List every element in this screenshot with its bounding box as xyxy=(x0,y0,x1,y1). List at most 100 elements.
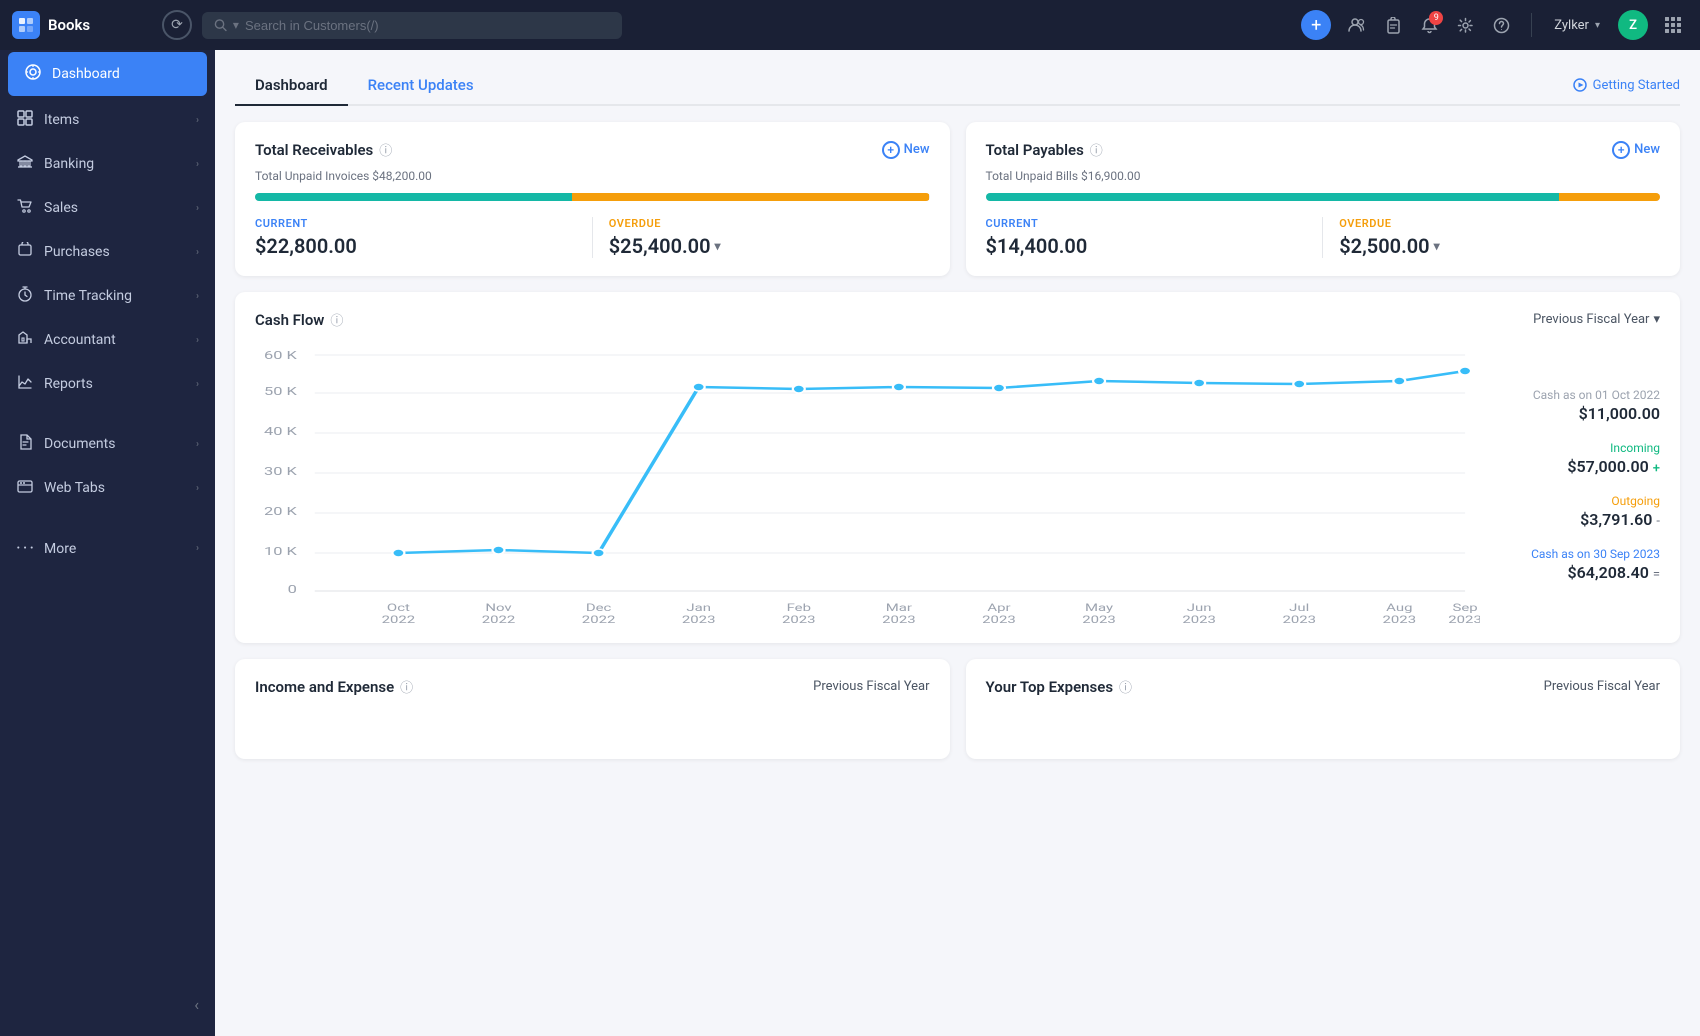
sidebar-item-sales[interactable]: Sales › xyxy=(0,186,215,230)
sidebar-item-web-tabs-label: Web Tabs xyxy=(44,480,105,496)
sidebar-item-more[interactable]: ··· More › xyxy=(0,526,215,571)
main-content: Dashboard Recent Updates Getting Started… xyxy=(215,50,1700,1036)
documents-icon xyxy=(16,434,34,454)
receivables-info-icon[interactable]: ⓘ xyxy=(379,140,392,159)
search-bar[interactable]: ▾ xyxy=(202,12,622,39)
payables-progress xyxy=(986,193,1661,201)
cashflow-start-label: Cash as on 01 Oct 2022 xyxy=(1500,388,1660,402)
getting-started-btn[interactable]: Getting Started xyxy=(1573,78,1680,93)
settings-icon-btn[interactable] xyxy=(1449,9,1481,41)
payables-overdue-section: OVERDUE $2,500.00 ▾ xyxy=(1323,217,1660,258)
receivables-amounts: CURRENT $22,800.00 OVERDUE $25,400.00 ▾ xyxy=(255,217,930,258)
income-expense-period[interactable]: Previous Fiscal Year xyxy=(813,679,929,694)
payables-new-btn[interactable]: + New xyxy=(1612,141,1660,159)
user-dropdown-arrow: ▾ xyxy=(1595,20,1600,31)
cashflow-incoming-label: Incoming xyxy=(1500,441,1660,455)
cashflow-incoming-value: $57,000.00 + xyxy=(1500,457,1660,476)
incoming-suffix: + xyxy=(1653,461,1660,476)
payables-overdue-value: $2,500.00 ▾ xyxy=(1339,234,1660,258)
receivables-title: Total Receivables xyxy=(255,141,373,159)
sidebar-item-documents[interactable]: Documents › xyxy=(0,422,215,466)
cashflow-period-select[interactable]: Previous Fiscal Year ▾ xyxy=(1533,312,1660,327)
cashflow-end-stat: Cash as on 30 Sep 2023 $64,208.40 = xyxy=(1500,547,1660,582)
payables-overdue-bar xyxy=(1559,193,1660,201)
svg-text:2023: 2023 xyxy=(1448,614,1480,625)
banking-arrow: › xyxy=(196,159,199,170)
user-menu[interactable]: Zylker ▾ xyxy=(1546,14,1608,37)
play-circle-icon xyxy=(1573,78,1587,92)
sidebar-item-accountant-label: Accountant xyxy=(44,332,116,348)
payables-current-bar xyxy=(986,193,1559,201)
sidebar-item-dashboard[interactable]: Dashboard xyxy=(8,52,207,96)
bell-icon-btn[interactable]: 9 xyxy=(1413,9,1445,41)
sidebar-item-reports[interactable]: Reports › xyxy=(0,362,215,406)
web-tabs-icon xyxy=(16,478,34,498)
cashflow-end-value: $64,208.40 = xyxy=(1500,563,1660,582)
sidebar-item-web-tabs[interactable]: Web Tabs › xyxy=(0,466,215,510)
sidebar-item-accountant[interactable]: Accountant › xyxy=(0,318,215,362)
income-expense-card: Income and Expense ⓘ Previous Fiscal Yea… xyxy=(235,659,950,759)
clipboard-icon-btn[interactable] xyxy=(1377,9,1409,41)
purchases-icon xyxy=(16,242,34,262)
sidebar-item-items[interactable]: Items › xyxy=(0,98,215,142)
top-expenses-info-icon[interactable]: ⓘ xyxy=(1119,677,1132,696)
app-logo[interactable]: Books xyxy=(12,11,152,39)
contacts-icon-btn[interactable] xyxy=(1341,9,1373,41)
payables-overdue-dropdown-arrow[interactable]: ▾ xyxy=(1434,239,1440,253)
top-expenses-title: Your Top Expenses xyxy=(986,678,1114,696)
payables-new-btn-circle: + xyxy=(1612,141,1630,159)
search-input[interactable] xyxy=(245,18,610,33)
svg-text:Dec: Dec xyxy=(586,602,612,614)
sidebar-item-purchases[interactable]: Purchases › xyxy=(0,230,215,274)
cashflow-start-value: $11,000.00 xyxy=(1500,404,1660,423)
payables-overdue-label: OVERDUE xyxy=(1339,217,1660,230)
more-icon: ··· xyxy=(16,538,34,559)
cashflow-chart: 60 K 50 K 40 K 30 K 20 K 10 K 0 xyxy=(255,345,1480,625)
sidebar-item-items-label: Items xyxy=(44,112,79,128)
sidebar-item-reports-label: Reports xyxy=(44,376,93,392)
more-arrow: › xyxy=(196,543,199,554)
user-name: Zylker xyxy=(1554,18,1589,33)
svg-text:Aug: Aug xyxy=(1386,602,1412,614)
receivables-overdue-bar xyxy=(572,193,929,201)
income-expense-title: Income and Expense xyxy=(255,678,394,696)
search-dropdown[interactable]: ▾ xyxy=(233,18,239,32)
top-expenses-card: Your Top Expenses ⓘ Previous Fiscal Year xyxy=(966,659,1681,759)
cashflow-outgoing-value: $3,791.60 - xyxy=(1500,510,1660,529)
sidebar-item-banking[interactable]: Banking › xyxy=(0,142,215,186)
receivables-new-btn[interactable]: + New xyxy=(882,141,930,159)
apps-grid-button[interactable] xyxy=(1658,10,1688,40)
add-new-button[interactable]: + xyxy=(1301,10,1331,40)
avatar[interactable]: Z xyxy=(1618,10,1648,40)
svg-text:2023: 2023 xyxy=(782,614,816,625)
web-tabs-arrow: › xyxy=(196,483,199,494)
reports-icon xyxy=(16,374,34,394)
top-expenses-period[interactable]: Previous Fiscal Year xyxy=(1544,679,1660,694)
help-icon-btn[interactable] xyxy=(1485,9,1517,41)
search-icon xyxy=(214,18,227,32)
sidebar-item-time-tracking-label: Time Tracking xyxy=(44,288,132,304)
items-arrow: › xyxy=(196,115,199,126)
cashflow-card: Cash Flow ⓘ Previous Fiscal Year ▾ 60 K … xyxy=(235,292,1680,643)
time-tracking-icon xyxy=(16,286,34,306)
items-icon xyxy=(16,110,34,130)
tab-recent-updates[interactable]: Recent Updates xyxy=(348,66,494,104)
topnav: Books ⟳ ▾ + xyxy=(0,0,1700,50)
overdue-dropdown-arrow[interactable]: ▾ xyxy=(715,239,721,253)
tab-dashboard[interactable]: Dashboard xyxy=(235,66,348,104)
nav-divider xyxy=(1531,13,1532,37)
page-tabs: Dashboard Recent Updates Getting Started xyxy=(235,66,1680,106)
payables-info-icon[interactable]: ⓘ xyxy=(1090,140,1103,159)
clock-button[interactable]: ⟳ xyxy=(162,10,192,40)
purchases-arrow: › xyxy=(196,247,199,258)
main-layout: Dashboard Items › xyxy=(0,50,1700,1036)
income-expense-info-icon[interactable]: ⓘ xyxy=(400,677,413,696)
receivables-current-section: CURRENT $22,800.00 xyxy=(255,217,593,258)
sidebar-item-dashboard-label: Dashboard xyxy=(52,66,120,82)
topnav-icons: 9 xyxy=(1341,9,1517,41)
payables-amounts: CURRENT $14,400.00 OVERDUE $2,500.00 ▾ xyxy=(986,217,1661,258)
cashflow-start-stat: Cash as on 01 Oct 2022 $11,000.00 xyxy=(1500,388,1660,423)
sidebar-item-time-tracking[interactable]: Time Tracking › xyxy=(0,274,215,318)
sidebar-collapse-btn[interactable]: ‹ xyxy=(0,983,215,1026)
cashflow-info-icon[interactable]: ⓘ xyxy=(330,310,343,329)
